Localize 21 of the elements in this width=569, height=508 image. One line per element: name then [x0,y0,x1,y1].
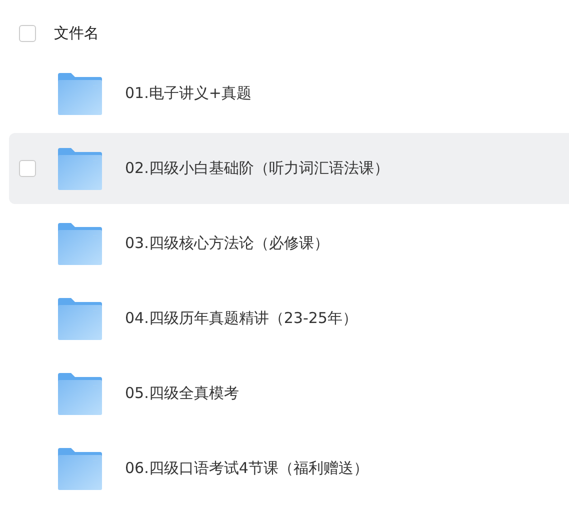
folder-icon [57,148,102,190]
row-highlight[interactable]: 02.四级小白基础阶（听力词汇语法课） [9,133,569,204]
folder-icon [57,448,102,490]
file-row[interactable]: 06.四级口语考试4节课（福利赠送） [9,433,569,504]
checkbox[interactable] [19,24,36,42]
folder-icon [57,222,102,264]
file-row[interactable]: 05.四级全真模考 [9,358,569,429]
checkbox[interactable] [19,160,36,177]
file-row[interactable]: 01.电子讲义+真题 [9,58,569,129]
folder-icon [57,72,102,114]
file-row[interactable]: 03.四级核心方法论（必修课） [9,208,569,279]
folder-name[interactable]: 01.电子讲义+真题 [125,84,252,103]
folder-name[interactable]: 03.四级核心方法论（必修课） [125,234,329,253]
folder-icon [57,298,102,340]
folder-name[interactable]: 05.四级全真模考 [125,384,239,403]
folder-name[interactable]: 04.四级历年真题精讲（23-25年） [125,309,358,328]
column-header[interactable]: 文件名 [54,24,99,42]
folder-name[interactable]: 06.四级口语考试4节课（福利赠送） [125,459,368,478]
file-row[interactable]: 04.四级历年真题精讲（23-25年） [9,283,569,354]
folder-name[interactable]: 02.四级小白基础阶（听力词汇语法课） [125,159,389,178]
folder-icon [57,372,102,414]
